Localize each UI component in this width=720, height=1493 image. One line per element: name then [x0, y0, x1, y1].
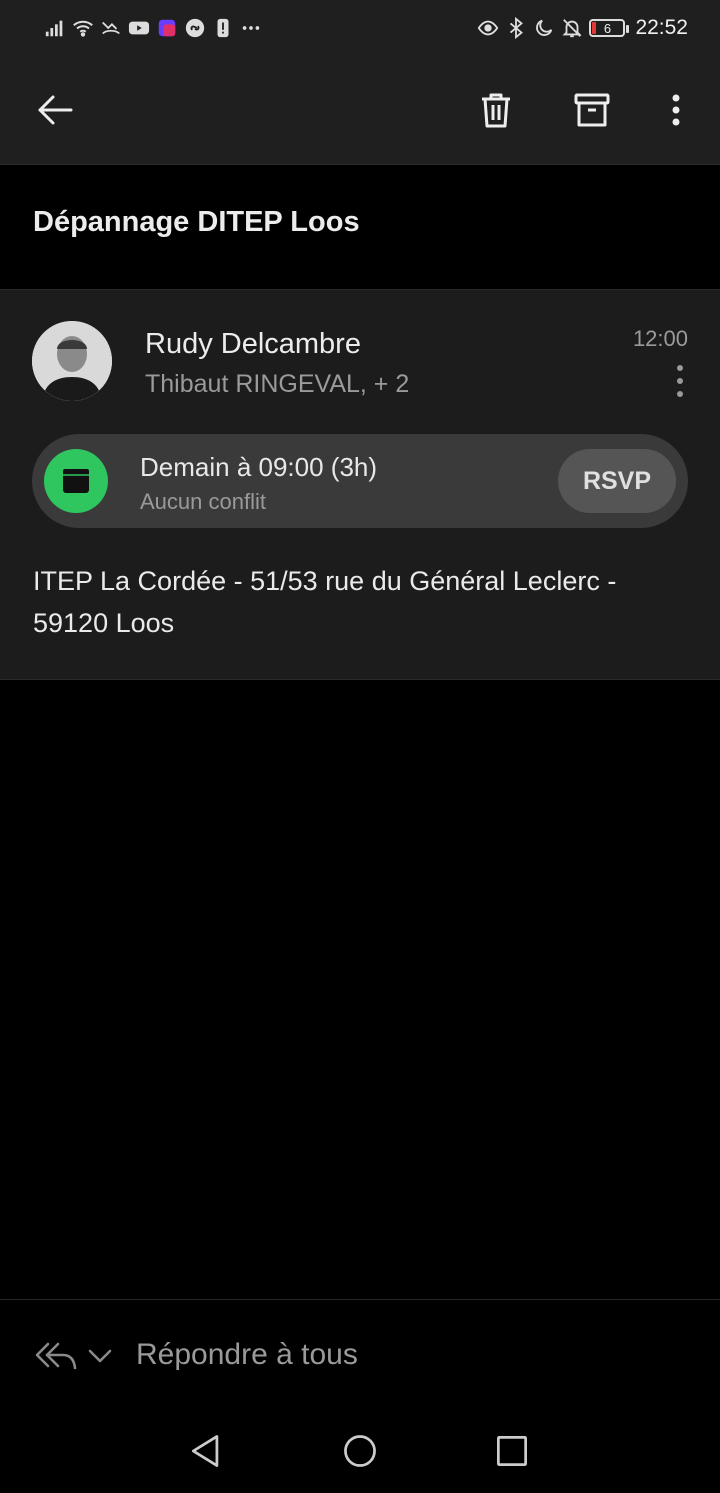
signal-icon — [44, 17, 66, 39]
nav-recents-button[interactable] — [490, 1429, 534, 1473]
archive-icon — [574, 93, 610, 127]
reply-all-label[interactable]: Répondre à tous — [136, 1338, 358, 1372]
event-invite-chip[interactable]: Demain à 09:00 (3h) Aucun conflit RSVP — [32, 434, 688, 528]
triangle-back-icon — [191, 1435, 219, 1467]
calendar-icon — [44, 449, 108, 513]
bell-off-icon — [561, 17, 583, 39]
app-bar — [0, 56, 720, 165]
chevron-down-icon[interactable] — [86, 1342, 114, 1370]
delete-button[interactable] — [469, 83, 523, 137]
back-button[interactable] — [28, 83, 82, 137]
archive-button[interactable] — [565, 83, 619, 137]
email-body: ITEP La Cordée - 51/53 rue du Général Le… — [33, 566, 617, 638]
eye-icon — [477, 17, 499, 39]
wifi-icon — [72, 17, 94, 39]
trash-icon — [482, 93, 510, 128]
status-right: 6 22:52 — [477, 14, 688, 42]
status-bar: 6 22:52 — [0, 0, 720, 56]
clock: 22:52 — [635, 16, 688, 39]
moon-icon — [533, 17, 555, 39]
event-conflict-status: Aucun conflit — [140, 489, 266, 514]
missed-call-icon — [100, 17, 122, 39]
recipients[interactable]: Thibaut RINGEVAL, + 2 — [145, 370, 409, 399]
nav-home-button[interactable] — [338, 1429, 382, 1473]
message-time: 12:00 — [632, 326, 688, 351]
more-vert-icon — [672, 94, 680, 126]
app-icon — [156, 17, 178, 39]
event-time: Demain à 09:00 (3h) — [140, 452, 378, 482]
square-recents-icon — [497, 1436, 527, 1466]
message-menu-button[interactable] — [668, 362, 692, 400]
arrow-left-icon — [38, 95, 73, 125]
more-dots-icon — [240, 17, 262, 39]
avatar[interactable] — [32, 321, 112, 401]
more-vert-icon — [677, 365, 683, 397]
overflow-menu-button[interactable] — [649, 83, 703, 137]
sender-name: Rudy Delcambre — [145, 328, 361, 360]
battery-icon: 6 — [589, 19, 630, 37]
battery-level: 6 — [603, 20, 612, 36]
status-left — [44, 14, 262, 42]
rsvp-button[interactable]: RSVP — [558, 449, 676, 513]
bluetooth-icon — [505, 17, 527, 39]
reply-bar[interactable]: Répondre à tous — [0, 1299, 720, 1412]
message-card[interactable]: Rudy Delcambre Thibaut RINGEVAL, + 2 12:… — [0, 289, 720, 680]
reply-all-icon[interactable] — [34, 1338, 78, 1374]
youtube-icon — [128, 17, 150, 39]
email-subject: Dépannage DITEP Loos — [33, 206, 360, 238]
nav-back-button[interactable] — [184, 1429, 228, 1473]
system-nav-bar — [0, 1411, 720, 1493]
shazam-icon — [184, 17, 206, 39]
circle-home-icon — [344, 1435, 376, 1467]
alert-icon — [212, 17, 234, 39]
